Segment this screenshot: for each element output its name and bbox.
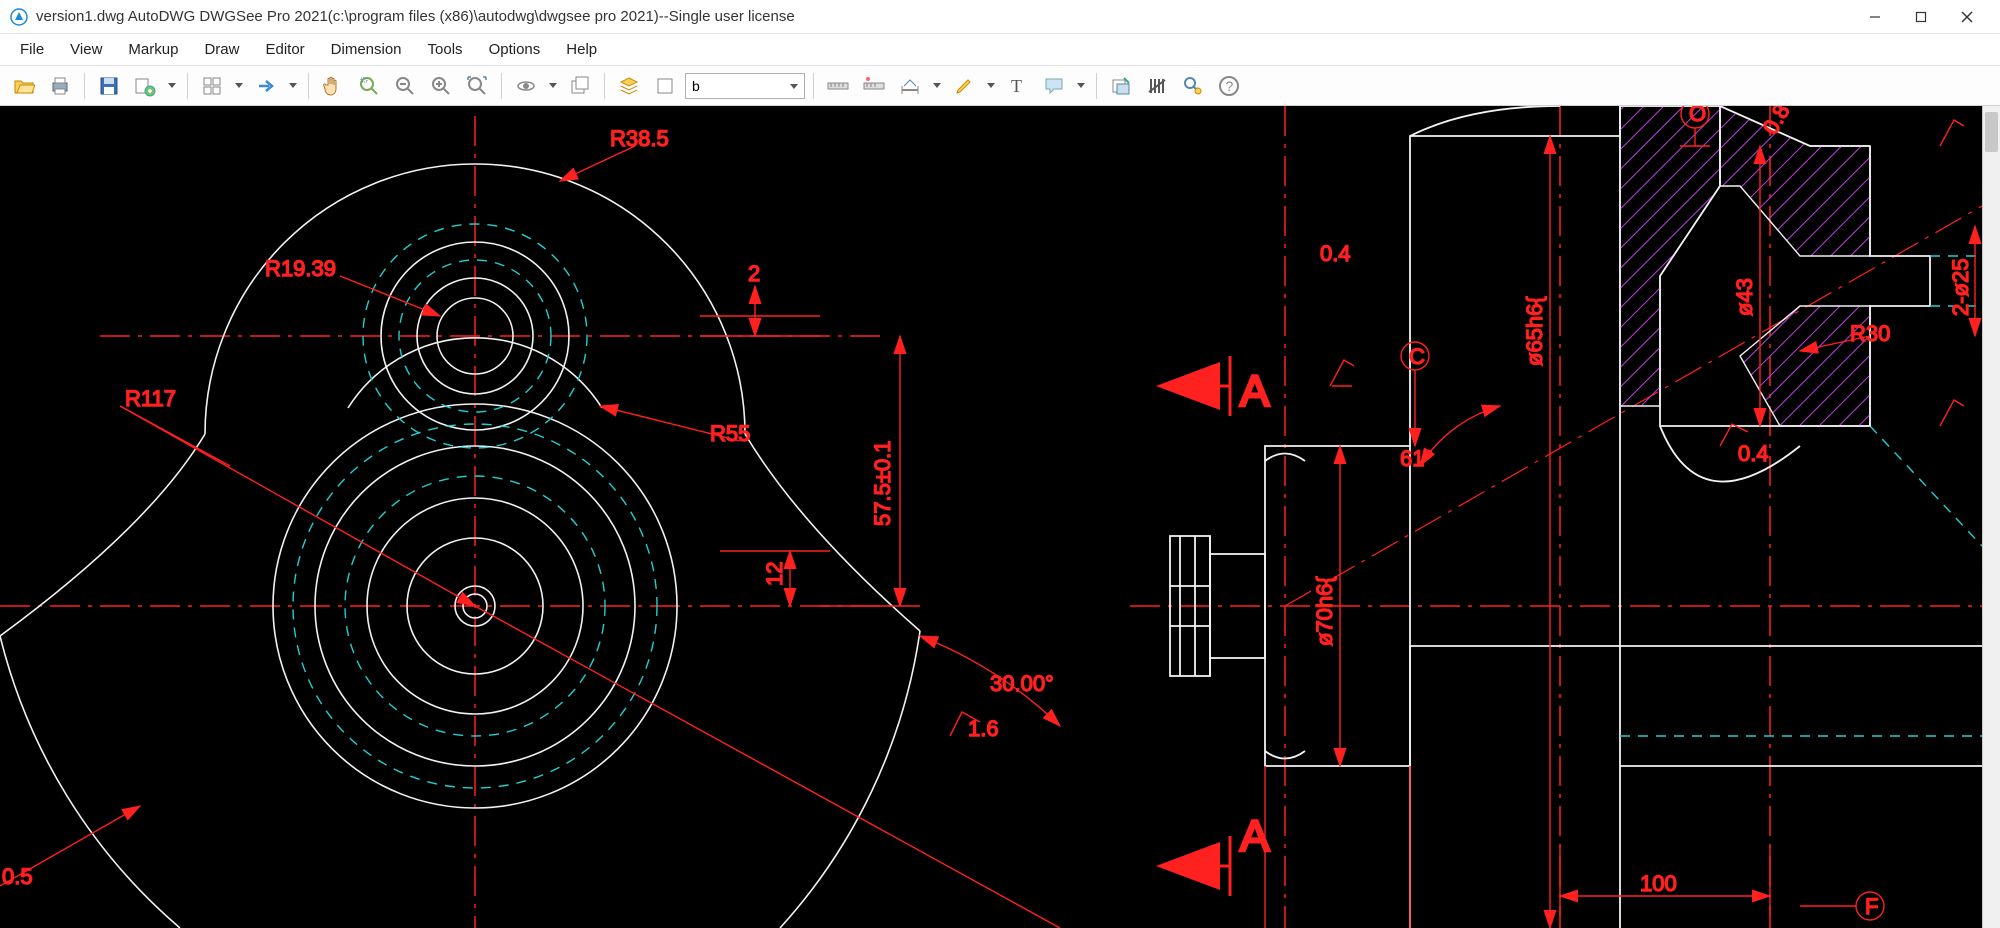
- sf-0-4b: 0.4: [1738, 441, 1769, 466]
- save-button[interactable]: [93, 70, 125, 102]
- vertical-scrollbar[interactable]: [1982, 106, 2000, 928]
- layer-combo-value: b: [692, 78, 700, 94]
- dim-2phi25: 2-ø25: [1948, 259, 1973, 316]
- menu-file[interactable]: File: [8, 37, 56, 62]
- dim-phi70: ø70h6{: [1312, 576, 1337, 646]
- print-button[interactable]: [44, 70, 76, 102]
- dim-r30: R30: [1850, 321, 1890, 346]
- zoom-window-button[interactable]: [353, 70, 385, 102]
- datum-f: F: [1865, 894, 1878, 919]
- layer-combo[interactable]: b: [685, 73, 805, 99]
- menu-draw[interactable]: Draw: [192, 37, 251, 62]
- title-bar: version1.dwg AutoDWG DWGSee Pro 2021(c:\…: [0, 0, 2000, 34]
- dim-100: 100: [1640, 871, 1677, 896]
- dim-phi65: ø65h6{: [1522, 296, 1547, 366]
- find-button[interactable]: [1177, 70, 1209, 102]
- layout-button[interactable]: [196, 70, 228, 102]
- text-button[interactable]: T: [1002, 70, 1034, 102]
- dim-2: 2: [748, 261, 760, 286]
- go-button[interactable]: [250, 70, 282, 102]
- comment-button[interactable]: [1038, 70, 1070, 102]
- close-button[interactable]: [1944, 0, 1990, 34]
- dim-phi43: ø43: [1732, 278, 1757, 316]
- menu-bar: File View Markup Draw Editor Dimension T…: [0, 34, 2000, 66]
- measure-area-button[interactable]: [894, 70, 926, 102]
- dim-r38-5: R38.5: [610, 126, 669, 151]
- toolbar: b T ?: [0, 66, 2000, 106]
- dim-61deg: 61°: [1400, 446, 1433, 471]
- open-button[interactable]: [8, 70, 40, 102]
- layout-dropdown[interactable]: [232, 70, 246, 102]
- copy-view-button[interactable]: [564, 70, 596, 102]
- comment-dropdown[interactable]: [1074, 70, 1088, 102]
- drawing-canvas[interactable]: R38.5 R19.39 R117 R55 2 12: [0, 106, 2000, 928]
- minimize-button[interactable]: [1852, 0, 1898, 34]
- section-view: A A 0.4 C 61° ø70h6{: [1130, 106, 1982, 928]
- menu-tools[interactable]: Tools: [416, 37, 475, 62]
- layer-toggle-button[interactable]: [649, 70, 681, 102]
- app-icon: [10, 8, 28, 26]
- zoom-out-button[interactable]: [389, 70, 421, 102]
- measure-dropdown[interactable]: [930, 70, 944, 102]
- menu-markup[interactable]: Markup: [116, 37, 190, 62]
- menu-dimension[interactable]: Dimension: [319, 37, 414, 62]
- sf-0-4a: 0.4: [1320, 241, 1351, 266]
- maximize-button[interactable]: [1898, 0, 1944, 34]
- datum-c: C: [1409, 344, 1425, 369]
- datum-o: O: [1689, 106, 1706, 126]
- dim-r55: R55: [710, 421, 750, 446]
- section-a-top: A: [1240, 367, 1270, 416]
- front-view: R38.5 R19.39 R117 R55 2 12: [0, 116, 1060, 928]
- dim-12: 12: [762, 562, 787, 586]
- export-button[interactable]: [129, 70, 161, 102]
- go-dropdown[interactable]: [286, 70, 300, 102]
- export-dropdown[interactable]: [165, 70, 179, 102]
- menu-editor[interactable]: Editor: [253, 37, 316, 62]
- layer-manager-button[interactable]: [613, 70, 645, 102]
- svg-text:?: ?: [1226, 78, 1234, 94]
- count-button[interactable]: [1141, 70, 1173, 102]
- window-title: version1.dwg AutoDWG DWGSee Pro 2021(c:\…: [36, 8, 795, 25]
- orbit-dropdown[interactable]: [546, 70, 560, 102]
- dim-r117: R117: [125, 386, 176, 411]
- dim-30deg: 30.00°: [990, 671, 1054, 696]
- pan-button[interactable]: [317, 70, 349, 102]
- scrollbar-thumb[interactable]: [1985, 112, 1998, 152]
- svg-text:T: T: [1011, 76, 1022, 96]
- zoom-extents-button[interactable]: [461, 70, 493, 102]
- menu-help[interactable]: Help: [554, 37, 609, 62]
- menu-options[interactable]: Options: [477, 37, 553, 62]
- measure-distance-button[interactable]: [822, 70, 854, 102]
- zoom-in-button[interactable]: [425, 70, 457, 102]
- menu-view[interactable]: View: [58, 37, 114, 62]
- help-button[interactable]: ?: [1213, 70, 1245, 102]
- highlighter-dropdown[interactable]: [984, 70, 998, 102]
- dim-0-5: 0.5: [2, 864, 33, 889]
- measure-multi-button[interactable]: [858, 70, 890, 102]
- snapshot-button[interactable]: [1105, 70, 1137, 102]
- dim-r19-39: R19.39: [265, 256, 336, 281]
- dim-57-5: 57.5±0.1: [870, 441, 895, 526]
- sf-1-6: 1.6: [968, 716, 999, 741]
- orbit-button[interactable]: [510, 70, 542, 102]
- highlighter-button[interactable]: [948, 70, 980, 102]
